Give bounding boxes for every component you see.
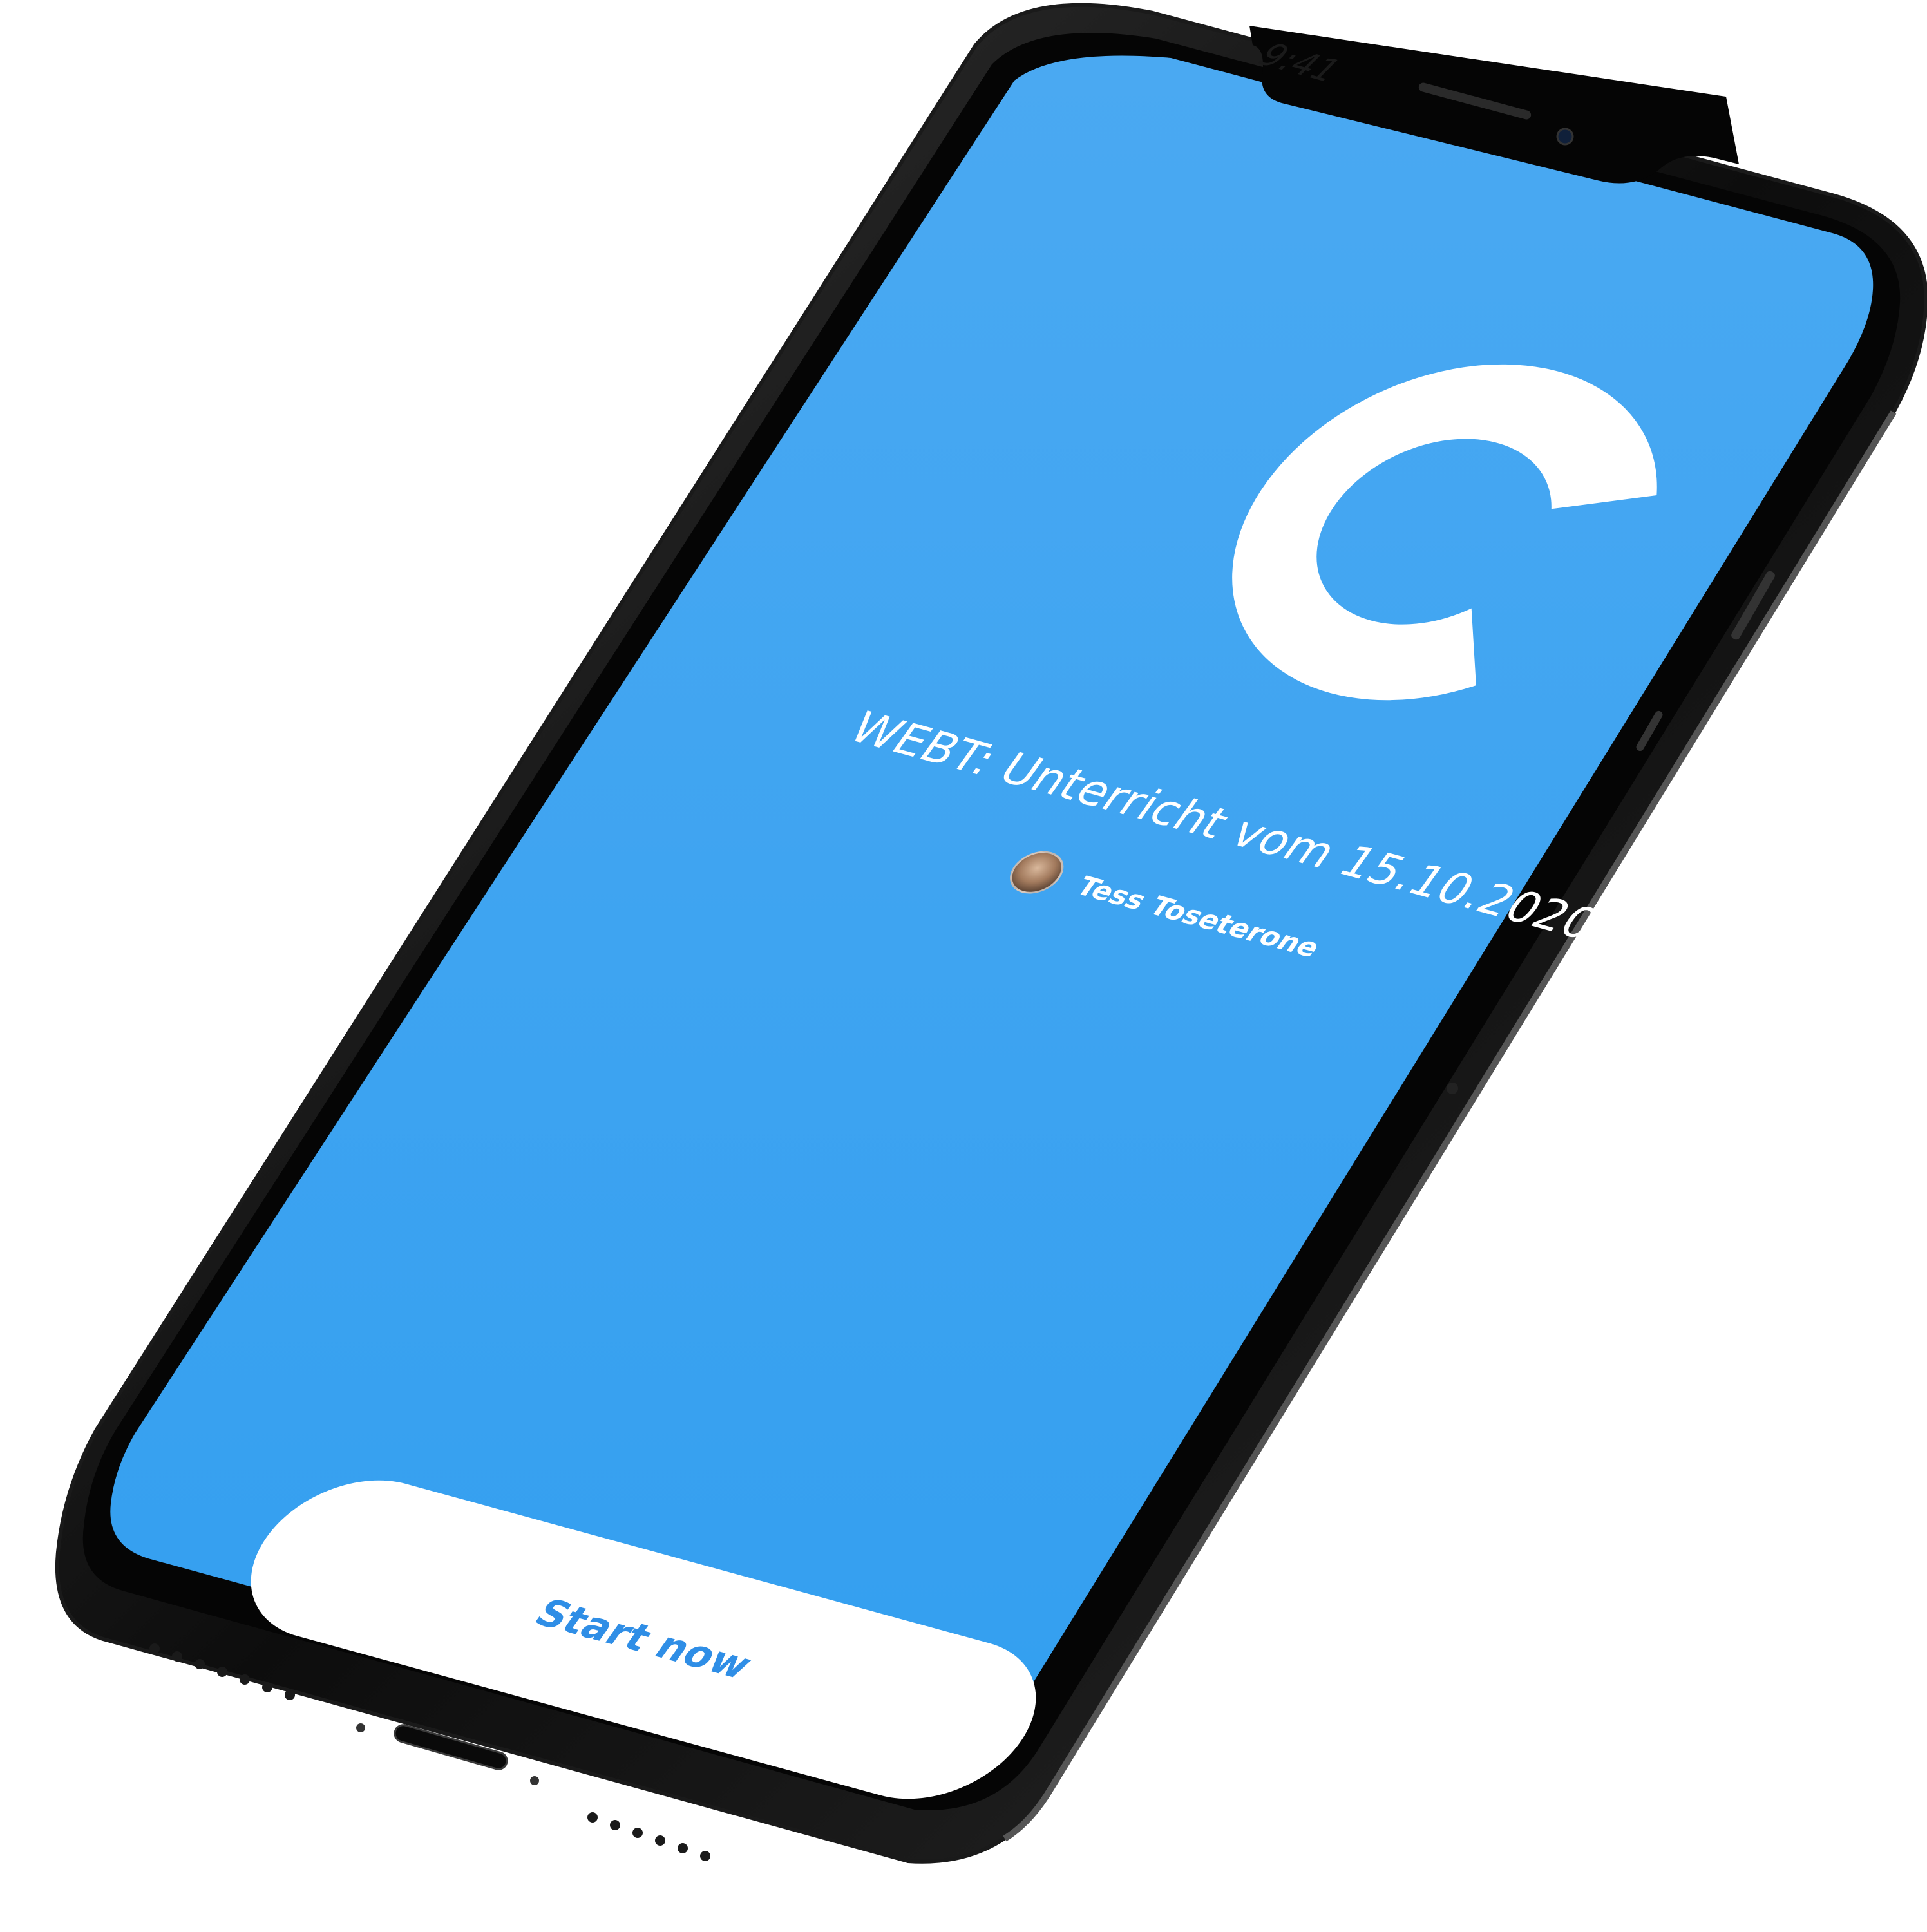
- scene: 9:41 WEBT: Unterricht vom 15.10.2020 Tes…: [0, 0, 1927, 1932]
- author-name: Tess Toseterone: [1070, 870, 1327, 963]
- user-avatar-icon: [1000, 846, 1074, 899]
- c-logo-icon: [1232, 364, 1657, 701]
- status-time: 9:41: [1251, 36, 1347, 90]
- start-now-button[interactable]: Start now: [213, 1461, 1074, 1819]
